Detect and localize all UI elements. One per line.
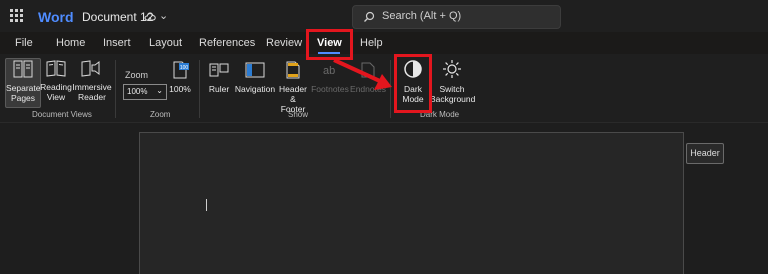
document-name[interactable]: Document 12 — [82, 10, 153, 24]
separate-pages-label-2: Pages — [10, 93, 36, 103]
separate-pages-button[interactable]: Separate Pages — [5, 58, 41, 108]
switch-background-label-2: Background — [430, 94, 476, 104]
immersive-reader-icon — [72, 58, 112, 80]
header-footer-icon — [276, 60, 310, 82]
group-separator — [199, 60, 200, 118]
tab-help[interactable]: Help — [360, 37, 383, 49]
reading-view-button[interactable]: Reading View — [40, 58, 72, 106]
header-footer-button[interactable]: Header & Footer — [276, 60, 310, 114]
search-box[interactable]: Search (Alt + Q) — [352, 5, 561, 29]
chevron-down-icon[interactable]: ⌄ — [159, 9, 168, 22]
tab-home[interactable]: Home — [56, 37, 85, 49]
search-icon — [363, 10, 375, 28]
document-page[interactable] — [139, 132, 684, 274]
search-placeholder: Search (Alt + Q) — [382, 10, 462, 22]
ruler-label: Ruler — [208, 84, 230, 94]
ruler-button[interactable]: Ruler — [205, 60, 233, 100]
immersive-reader-button[interactable]: Immersive Reader — [72, 58, 112, 106]
immersive-reader-label-1: Immersive — [72, 82, 112, 92]
group-label-show: Show — [288, 110, 309, 119]
dark-mode-highlight — [394, 54, 432, 113]
tab-references[interactable]: References — [199, 37, 255, 49]
immersive-reader-label-2: Reader — [78, 92, 106, 102]
reading-view-label-2: View — [46, 92, 66, 102]
reading-view-label-1: Reading — [40, 82, 72, 92]
ruler-icon — [205, 60, 233, 82]
zoom-100-button[interactable]: 100 100% — [167, 60, 193, 100]
cloud-sync-icon[interactable] — [144, 11, 156, 23]
page-zoom-icon: 100 — [167, 60, 193, 82]
header-tag[interactable]: Header — [686, 143, 724, 164]
navigation-pane-icon — [233, 60, 277, 82]
title-bar: Word Document 12 ⌄ Search (Alt + Q) — [0, 0, 768, 32]
switch-background-button[interactable]: Switch Background — [430, 58, 476, 108]
annotation-arrow — [333, 58, 392, 90]
zoom-dropdown[interactable]: 100% ⌄ — [123, 84, 167, 100]
chevron-down-icon: ⌄ — [156, 86, 163, 95]
zoom-icon-badge: 100 — [180, 65, 189, 71]
group-label-zoom: Zoom — [150, 110, 171, 119]
book-icon — [40, 58, 72, 80]
tab-insert[interactable]: Insert — [103, 37, 131, 49]
navigation-button[interactable]: Navigation — [233, 60, 277, 100]
sun-icon — [430, 58, 474, 82]
zoom-label: Zoom — [125, 70, 149, 80]
tab-layout[interactable]: Layout — [149, 37, 182, 49]
separate-pages-label-1: Separate — [6, 83, 41, 93]
group-label-document-views: Document Views — [32, 110, 92, 119]
tab-review[interactable]: Review — [266, 37, 302, 49]
app-launcher-icon[interactable] — [10, 9, 24, 23]
separate-pages-icon — [6, 59, 40, 81]
header-footer-label-1: Header & — [279, 84, 307, 104]
ribbon-tabs: File Home Insert Layout References Revie… — [0, 32, 768, 54]
navigation-label: Navigation — [234, 84, 276, 94]
tab-file[interactable]: File — [15, 37, 33, 49]
text-cursor — [206, 199, 207, 211]
switch-background-label-1: Switch — [439, 84, 465, 94]
zoom-100-label: 100% — [169, 84, 191, 94]
app-name[interactable]: Word — [38, 9, 74, 25]
group-separator — [115, 60, 116, 118]
zoom-dropdown-value: 100% — [127, 87, 148, 96]
